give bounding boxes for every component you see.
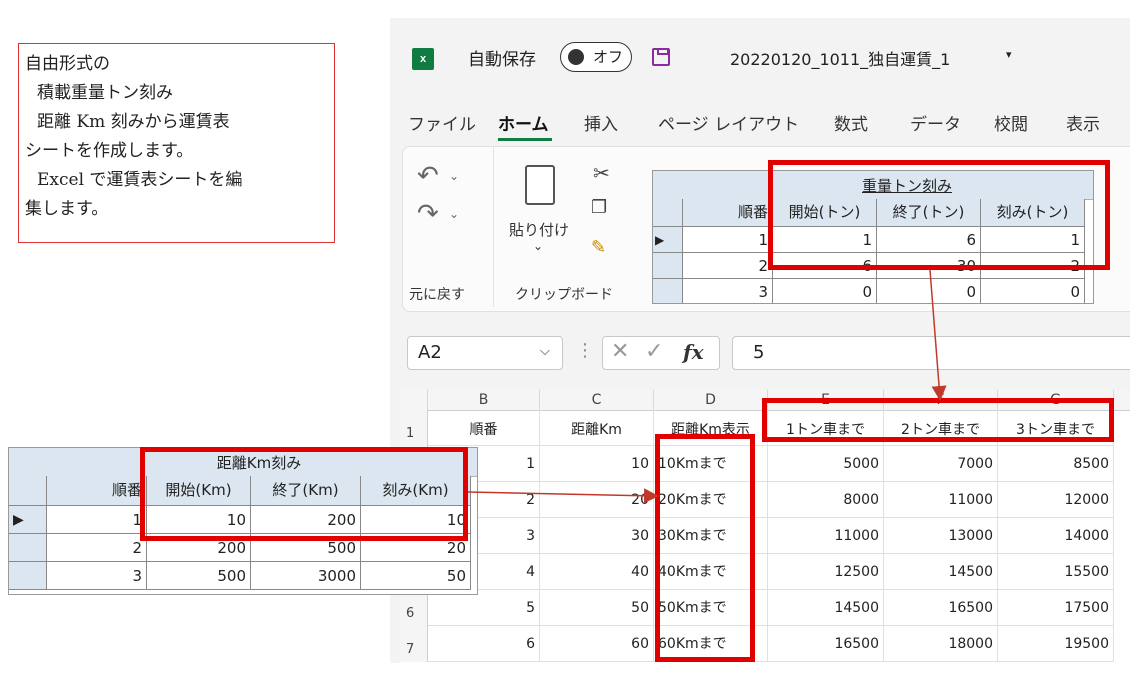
arrows-overlay [467, 269, 947, 504]
arrow-weight-to-headers [929, 269, 947, 401]
arrow-distance-to-labels [467, 488, 659, 504]
